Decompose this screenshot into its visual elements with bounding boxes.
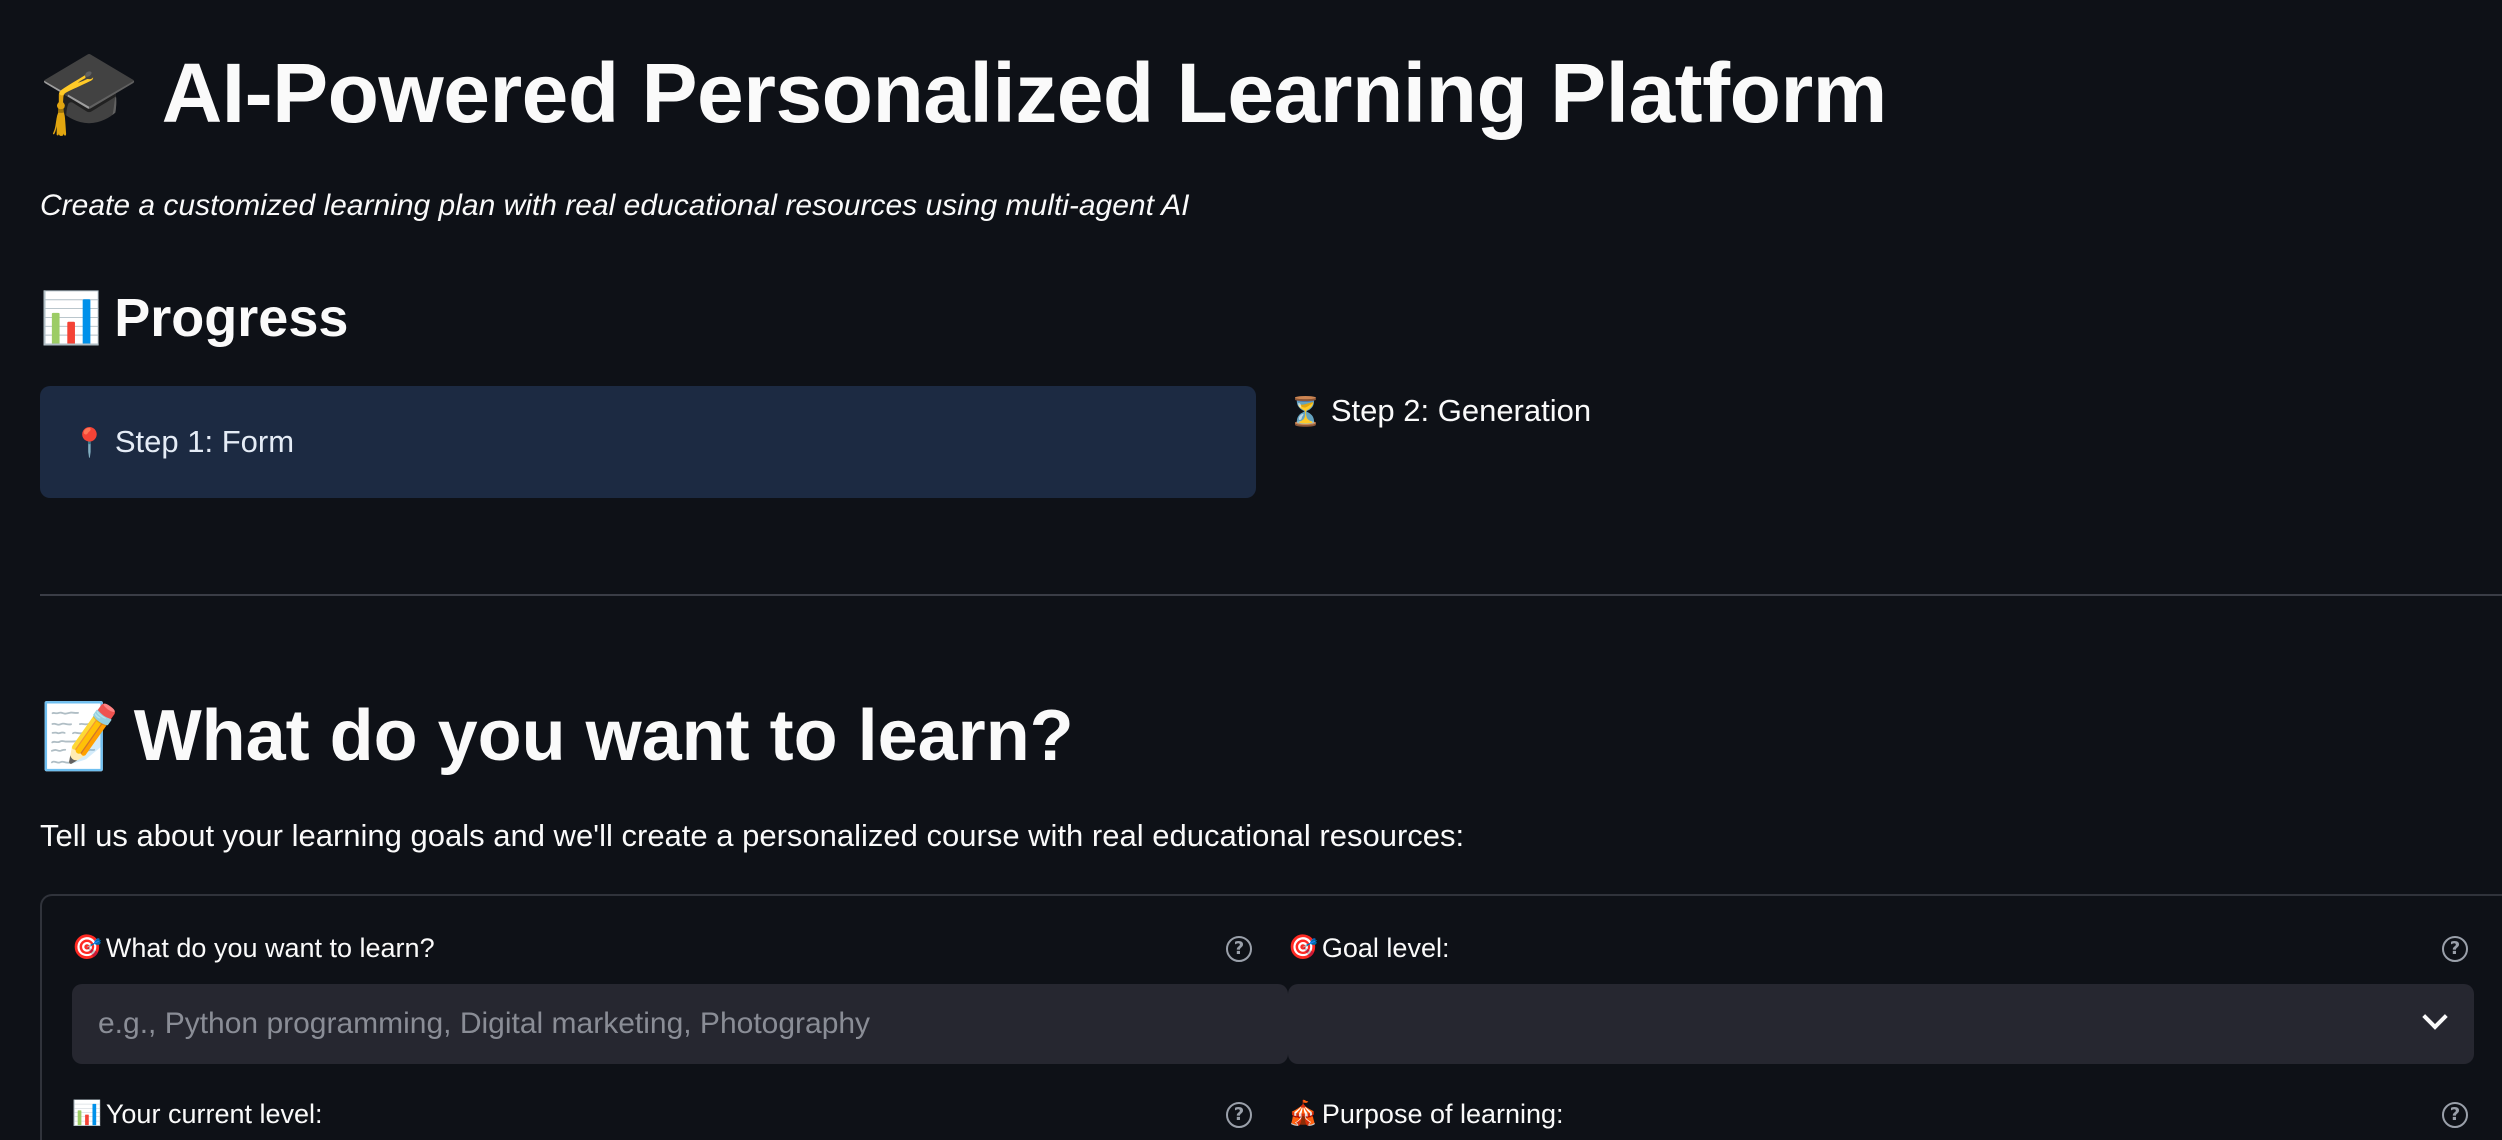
progress-heading-text: Progress xyxy=(114,288,349,348)
purpose-help-icon[interactable]: ? xyxy=(2442,1102,2468,1128)
step-1-label: Step 1: Form xyxy=(114,424,295,459)
goal-level-select[interactable] xyxy=(1288,984,2474,1064)
circus-tent-icon: 🎪 xyxy=(1288,1100,1318,1127)
section-divider xyxy=(40,594,2502,596)
page-title-text: AI-Powered Personalized Learning Platfor… xyxy=(161,46,1888,140)
memo-icon: 📝 xyxy=(40,700,120,772)
current-level-help-icon[interactable]: ? xyxy=(1226,1102,1252,1128)
goal-level-label: 🎯 Goal level: xyxy=(1288,930,1449,966)
topic-label: 🎯 What do you want to learn? xyxy=(72,930,435,966)
current-level-label-text: Your current level: xyxy=(105,1099,323,1129)
topic-input[interactable] xyxy=(72,984,1288,1064)
topic-label-text: What do you want to learn? xyxy=(105,933,435,963)
pin-icon: 📍 xyxy=(72,426,107,458)
current-level-label: 📊 Your current level: xyxy=(72,1096,323,1132)
step-2-label: Step 2: Generation xyxy=(1330,393,1592,428)
goal-level-help-icon[interactable]: ? xyxy=(2442,936,2468,962)
learn-heading: 📝 What do you want to learn? xyxy=(40,688,1074,784)
step-2-pending: ⏳ Step 2: Generation xyxy=(1288,386,1591,436)
page-title: 🎓 AI-Powered Personalized Learning Platf… xyxy=(38,38,1887,148)
target-icon: 🎯 xyxy=(72,934,102,961)
learn-intro-text: Tell us about your learning goals and we… xyxy=(40,818,1465,853)
goal-level-label-text: Goal level: xyxy=(1321,933,1450,963)
progress-heading: 📊 Progress xyxy=(40,282,348,354)
purpose-label: 🎪 Purpose of learning: xyxy=(1288,1096,1564,1132)
hourglass-icon: ⏳ xyxy=(1288,395,1323,427)
app-page: 🎓 AI-Powered Personalized Learning Platf… xyxy=(0,0,2502,1140)
learn-heading-text: What do you want to learn? xyxy=(133,696,1074,776)
topic-help-icon[interactable]: ? xyxy=(1226,936,1252,962)
learning-form: 🎯 What do you want to learn? ? 🎯 Goal le… xyxy=(40,894,2502,1140)
graduation-cap-icon: 🎓 xyxy=(38,47,140,138)
bar-chart-icon: 📊 xyxy=(40,290,103,346)
step-1-current: 📍 Step 1: Form xyxy=(40,386,1256,498)
bar-chart-icon: 📊 xyxy=(72,1100,102,1127)
target-icon: 🎯 xyxy=(1288,934,1318,961)
purpose-label-text: Purpose of learning: xyxy=(1321,1099,1564,1129)
page-subtitle: Create a customized learning plan with r… xyxy=(40,189,1190,222)
chevron-down-icon xyxy=(2422,1004,2448,1030)
